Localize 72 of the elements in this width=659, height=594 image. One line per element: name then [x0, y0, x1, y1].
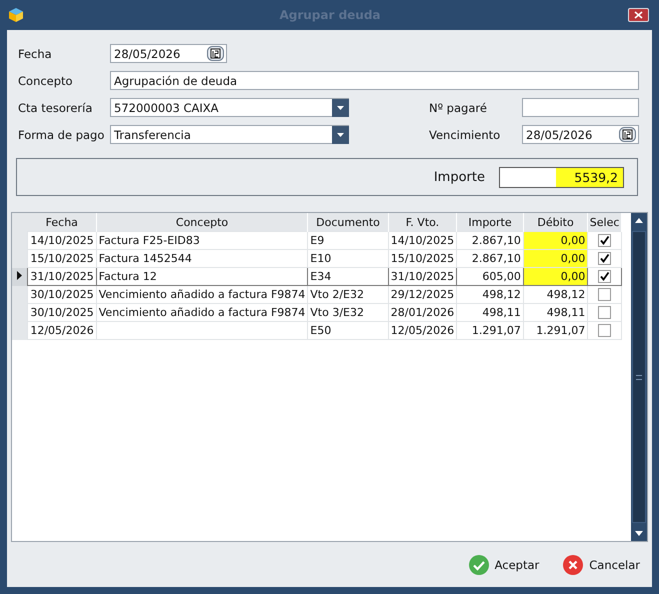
column-header[interactable]: Débito: [523, 213, 588, 232]
table-cell: 0,00: [523, 232, 588, 250]
column-header[interactable]: F. Vto.: [388, 213, 457, 232]
table-cell: E34: [308, 268, 388, 286]
table-cell: 14/10/2025: [28, 232, 96, 250]
close-icon: [634, 11, 643, 19]
checkbox[interactable]: [598, 324, 612, 338]
table-cell: 29/12/2025: [388, 286, 457, 304]
table-cell: Vencimiento añadido a factura F9874: [96, 304, 308, 322]
table-cell: Factura 1452544: [96, 250, 308, 268]
table-cell: Vencimiento añadido a factura F9874: [96, 286, 308, 304]
close-icon: [563, 554, 584, 574]
table-cell: 15/10/2025: [388, 250, 457, 268]
column-header[interactable]: Fecha: [28, 213, 96, 232]
date-field[interactable]: 28/05/2026: [522, 125, 639, 144]
table-cell: 14/10/2025: [388, 232, 457, 250]
table-cell: 12/05/2026: [28, 322, 96, 340]
cube-icon: [8, 7, 24, 23]
calendar-icon[interactable]: [619, 127, 636, 142]
table-cell: 12/05/2026: [388, 322, 457, 340]
accept-button[interactable]: Aceptar: [468, 554, 540, 574]
column-header[interactable]: Documento: [308, 213, 388, 232]
checkmark-icon: [468, 554, 489, 574]
checkbox[interactable]: [598, 270, 612, 284]
table-cell: E9: [308, 232, 388, 250]
checkbox[interactable]: [598, 234, 612, 248]
dropdown[interactable]: Transferencia: [110, 125, 349, 144]
table-cell: E50: [308, 322, 388, 340]
table-cell: 15/10/2025: [28, 250, 96, 268]
table-cell: 2.867,10: [456, 232, 524, 250]
field-label: Forma de pago: [18, 128, 106, 142]
table-cell: 31/10/2025: [388, 268, 457, 286]
table-cell: 498,12: [456, 286, 524, 304]
checkbox[interactable]: [598, 288, 612, 302]
field-label: Nº pagaré: [428, 100, 488, 114]
table-cell: Vto 3/E32: [308, 304, 388, 322]
table-cell: 498,11: [456, 304, 524, 322]
field-label: Cta tesorería: [18, 100, 94, 114]
total-field: 5539,2: [499, 166, 624, 188]
column-header[interactable]: Importe: [456, 213, 524, 232]
table-cell: Factura 12: [96, 268, 308, 286]
table-cell: 498,11: [523, 304, 588, 322]
dropdown[interactable]: 572000003 CAIXA: [110, 98, 349, 117]
table-cell: E10: [308, 250, 388, 268]
table-cell: 1.291,07: [523, 322, 588, 340]
table-cell: 498,12: [523, 286, 588, 304]
column-header[interactable]: Concepto: [96, 213, 308, 232]
table-cell: 1.291,07: [456, 322, 524, 340]
table-cell: Factura F25-EID83: [96, 232, 308, 250]
checkbox[interactable]: [598, 306, 612, 320]
text-field[interactable]: Agrupación de deuda: [110, 71, 639, 90]
field-label: Concepto: [18, 74, 74, 88]
cancel-button[interactable]: Cancelar: [563, 554, 640, 574]
table-cell: Vto 2/E32: [308, 286, 388, 304]
table-cell: 2.867,10: [456, 250, 524, 268]
row-pointer-icon: [17, 271, 22, 280]
text-field[interactable]: [522, 98, 639, 117]
table-cell: 0,00: [523, 250, 588, 268]
table-cell: 31/10/2025: [28, 268, 96, 286]
table-cell: 605,00: [456, 268, 524, 286]
table-cell: 30/10/2025: [28, 304, 96, 322]
calendar-icon[interactable]: [207, 46, 224, 61]
table-cell: 0,00: [523, 268, 588, 286]
table-cell: 28/01/2026: [388, 304, 457, 322]
field-label: Vencimiento: [428, 128, 502, 142]
table-cell: 30/10/2025: [28, 286, 96, 304]
field-label: Fecha: [18, 46, 53, 60]
total-label: Importe: [434, 170, 485, 184]
close-button[interactable]: [628, 8, 649, 22]
column-header[interactable]: Selec: [588, 213, 622, 232]
checkbox[interactable]: [598, 252, 612, 266]
date-field[interactable]: 28/05/2026: [110, 44, 227, 63]
